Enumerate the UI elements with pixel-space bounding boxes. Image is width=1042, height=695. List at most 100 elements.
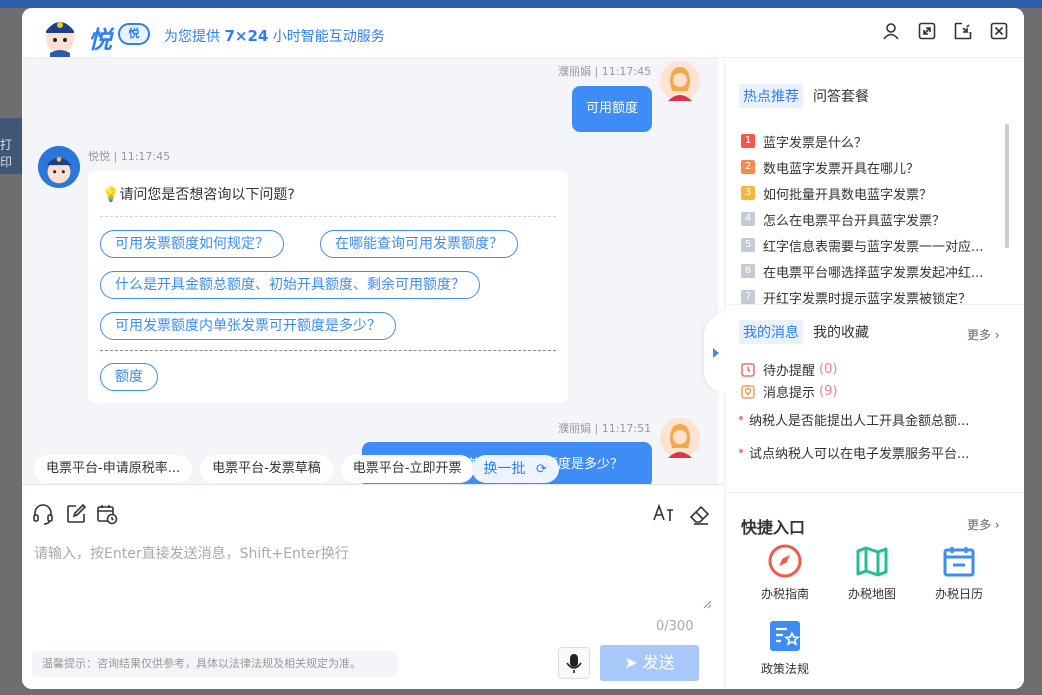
- rank-badge: 4: [741, 212, 755, 226]
- message-meta: 濮丽娟 | 11:17:45: [558, 65, 652, 78]
- todo-reminder[interactable]: 待办提醒 (0): [741, 360, 837, 379]
- eraser-icon[interactable]: [688, 503, 710, 525]
- disclaimer-tip: 温馨提示：咨询结果仅供参考，具体以法律法规及相关规定为准。: [32, 651, 398, 677]
- more-messages-link[interactable]: 更多 ›: [967, 326, 1000, 343]
- tab-hot[interactable]: 热点推荐: [739, 84, 803, 108]
- rank-badge: 2: [741, 160, 755, 174]
- rank-badge: 6: [741, 264, 755, 278]
- quick-entry-title: 快捷入口: [741, 518, 806, 537]
- font-size-icon[interactable]: [652, 502, 674, 524]
- expand-icon[interactable]: [918, 22, 936, 40]
- brand-name: 悦: [88, 26, 112, 54]
- tab-favorites[interactable]: 我的收藏: [809, 320, 873, 344]
- brand-badge: 悦: [118, 23, 150, 45]
- hot-item-text: 红字信息表需要与蓝字发票一一对应...: [763, 239, 984, 255]
- hot-item[interactable]: 1 蓝字发票是什么？: [741, 128, 1001, 154]
- message-input[interactable]: 请输入，按Enter直接发送消息，Shift+Enter换行: [34, 543, 349, 563]
- entry-policy[interactable]: 政策法规: [745, 618, 825, 677]
- headset-icon[interactable]: [32, 503, 54, 525]
- tab-messages[interactable]: 我的消息: [739, 320, 803, 344]
- hot-item[interactable]: 6 在电票平台哪选择蓝字发票发起冲红...: [741, 258, 1001, 284]
- rank-badge: 1: [741, 134, 755, 148]
- hot-item-text: 数电蓝字发票开具在哪儿？: [763, 161, 920, 177]
- tagline: 为您提供 7×24 小时智能互动服务: [164, 27, 385, 45]
- hot-item-text: 在电票平台哪选择蓝字发票发起冲红...: [763, 265, 984, 281]
- hot-list: 1 蓝字发票是什么？ 2 数电蓝字发票开具在哪儿？ 3 如何批量开具数电蓝字发票？ 4 怎么在…: [741, 128, 1001, 310]
- message-meta: 濮丽娟 | 11:17:51: [558, 422, 652, 435]
- hot-item-text: 如何批量开具数电蓝字发票？: [763, 187, 933, 203]
- entry-tax-map[interactable]: 办税地图: [832, 543, 912, 602]
- close-icon[interactable]: [990, 22, 1008, 40]
- resize-handle-icon[interactable]: [702, 599, 712, 609]
- input-area: 请输入，按Enter直接发送消息，Shift+Enter换行 0/300 温馨提…: [22, 484, 724, 689]
- send-button[interactable]: ➤ 发送: [600, 645, 699, 681]
- suggestion-pill[interactable]: 什么是开具金额总额度、初始开具额度、剩余可用额度？: [100, 271, 480, 299]
- divider: [100, 350, 556, 351]
- bot-message-meta: 悦悦 | 11:17:45: [88, 150, 171, 163]
- refresh-button[interactable]: 换一批 ⟳: [471, 455, 559, 483]
- user-avatar: [660, 61, 700, 101]
- map-icon: [856, 546, 888, 577]
- hot-item[interactable]: 7 开红字发票时提示蓝字发票被锁定？: [741, 284, 1001, 310]
- police-avatar-icon: [38, 146, 80, 188]
- quick-chips-row: 电票平台-申请原税率... 电票平台-发票草稿 电票平台-立即开票 换一批 ⟳: [34, 455, 559, 484]
- rank-badge: 7: [741, 290, 755, 304]
- keyword-pill[interactable]: 额度: [100, 363, 158, 391]
- divider: [725, 492, 1024, 493]
- quick-chip[interactable]: 电票平台-申请原税率...: [34, 455, 193, 483]
- minimize-icon[interactable]: [954, 22, 972, 40]
- hot-item-text: 怎么在电票平台开具蓝字发票？: [763, 213, 946, 229]
- calendar-clock-icon[interactable]: [96, 503, 118, 525]
- message-notice[interactable]: 消息提示 (9): [741, 382, 837, 401]
- user-message-bubble: 可用额度: [572, 86, 653, 132]
- suggestion-pill[interactable]: 可用发票额度如何规定？: [100, 230, 284, 258]
- edit-icon[interactable]: [65, 503, 87, 525]
- hot-item[interactable]: 4 怎么在电票平台开具蓝字发票？: [741, 206, 1001, 232]
- policy-doc-icon: [770, 621, 801, 651]
- chat-window: 悦 悦 为您提供 7×24 小时智能互动服务 濮丽娟 | 11:17:45 可用…: [22, 8, 1024, 689]
- quick-chip[interactable]: 电票平台-发票草稿: [200, 455, 333, 483]
- police-avatar-icon: [46, 22, 74, 57]
- compass-icon: [768, 544, 802, 578]
- divider: [725, 304, 1024, 305]
- hot-list-scrollbar[interactable]: [1005, 124, 1009, 248]
- woman-avatar-icon: [660, 61, 700, 101]
- refresh-icon: ⟳: [535, 462, 547, 477]
- hot-item[interactable]: 3 如何批量开具数电蓝字发票？: [741, 180, 1001, 206]
- user-icon[interactable]: [882, 22, 900, 40]
- voice-button[interactable]: [558, 647, 590, 679]
- collapse-toggle[interactable]: [704, 313, 726, 393]
- bot-avatar: [38, 146, 80, 188]
- suggestion-pill[interactable]: 可用发票额度内单张发票可开额度是多少？: [100, 312, 396, 340]
- calendar-icon: [943, 547, 975, 577]
- background-left-text: 打印: [0, 118, 22, 174]
- entry-tax-calendar[interactable]: 办税日历: [919, 543, 999, 602]
- background-header: [0, 0, 1042, 8]
- hot-item[interactable]: 2 数电蓝字发票开具在哪儿？: [741, 154, 1001, 180]
- rank-badge: 3: [741, 186, 755, 200]
- hot-item-text: 蓝字发票是什么？: [763, 135, 868, 151]
- hot-item[interactable]: 5 红字信息表需要与蓝字发票一一对应...: [741, 232, 1001, 258]
- clock-icon: [741, 362, 755, 377]
- woman-avatar-icon: [660, 418, 700, 458]
- microphone-icon: [566, 654, 582, 673]
- lightbulb-icon: 💡: [102, 187, 120, 203]
- chat-messages: 濮丽娟 | 11:17:45 可用额度 悦悦 | 11:17:45 💡请问您是否…: [22, 58, 718, 484]
- send-icon: ➤: [624, 653, 643, 672]
- lightbulb-icon: [741, 384, 755, 399]
- caret-right-icon: [713, 348, 719, 358]
- user-avatar: [660, 418, 700, 458]
- window-header: 悦 悦 为您提供 7×24 小时智能互动服务: [22, 8, 1024, 58]
- suggestion-pill[interactable]: 在哪能查询可用发票额度？: [320, 230, 518, 258]
- sidebar: 热点推荐 问答套餐 1 蓝字发票是什么？ 2 数电蓝字发票开具在哪儿？ 3 如何批量开具数…: [724, 58, 1024, 689]
- rank-badge: 5: [741, 238, 755, 252]
- tab-qa[interactable]: 问答套餐: [809, 84, 873, 108]
- bot-question-title: 💡请问您是否想咨询以下问题?: [102, 187, 295, 203]
- more-entries-link[interactable]: 更多 ›: [967, 516, 1000, 533]
- divider: [100, 216, 556, 217]
- quick-chip[interactable]: 电票平台-立即开票: [340, 455, 474, 483]
- notice-item[interactable]: 纳税人是否能提出人工开具金额总额...: [738, 410, 969, 429]
- notice-item[interactable]: 试点纳税人可以在电子发票服务平台...: [738, 443, 969, 462]
- entry-tax-guide[interactable]: 办税指南: [745, 543, 825, 602]
- bot-message-card: 💡请问您是否想咨询以下问题? 可用发票额度如何规定？ 在哪能查询可用发票额度？ …: [88, 171, 568, 403]
